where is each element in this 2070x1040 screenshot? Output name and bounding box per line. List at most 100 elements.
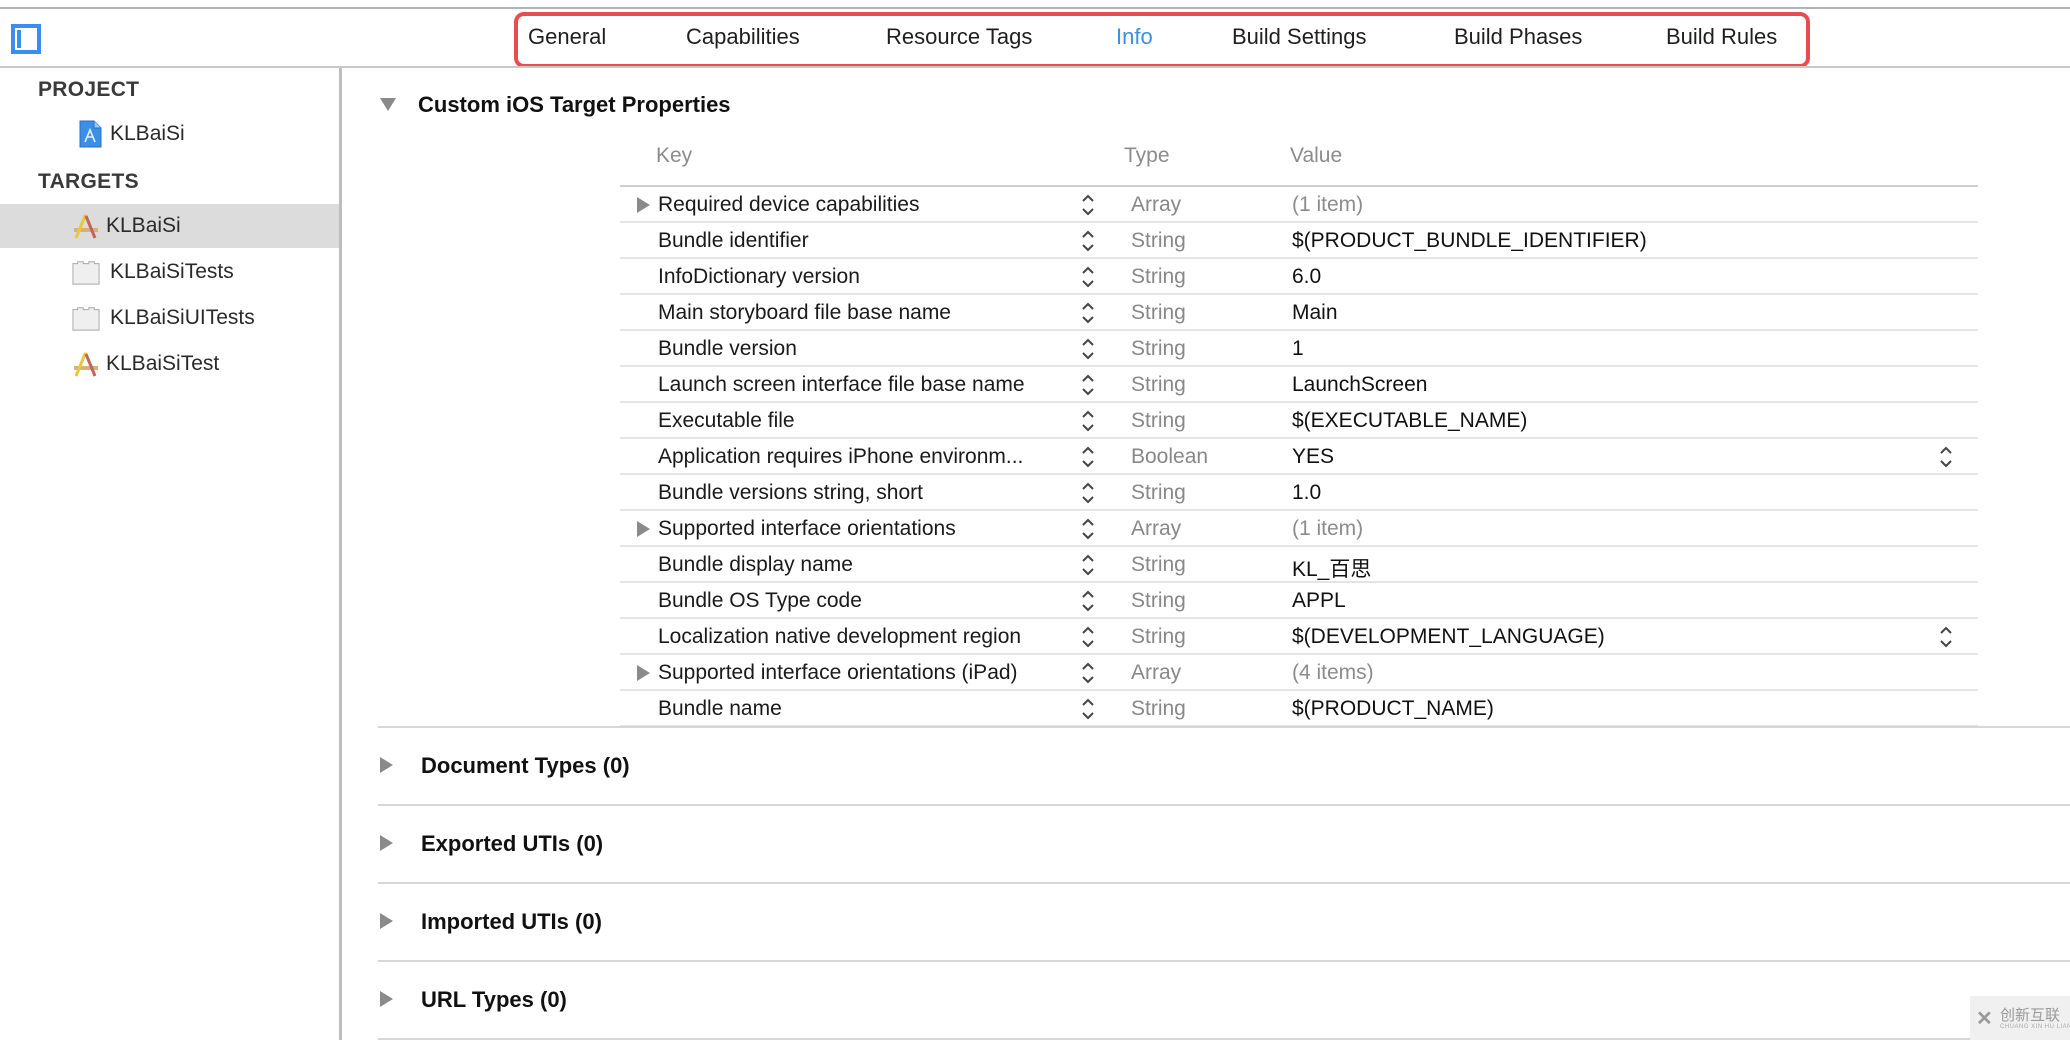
tab-build-rules[interactable]: Build Rules [1666,24,1777,50]
sidebar-item-target-klbaisitest[interactable]: KLBaiSiTest [0,342,339,386]
table-row[interactable]: Main storyboard file base name String Main [620,295,1978,331]
key-stepper-icon[interactable] [1080,371,1096,399]
row-type[interactable]: String [1131,625,1186,649]
column-header-key[interactable]: Key [656,144,692,168]
row-type[interactable]: String [1131,697,1186,721]
row-key[interactable]: Launch screen interface file base name [658,373,1025,397]
column-header-value[interactable]: Value [1290,144,1342,168]
column-header-type[interactable]: Type [1124,144,1170,168]
row-key[interactable]: Bundle OS Type code [658,589,862,613]
table-row[interactable]: Supported interface orientations (iPad) A… [620,655,1978,691]
key-stepper-icon[interactable] [1080,551,1096,579]
table-row[interactable]: Bundle version String 1 [620,331,1978,367]
sidebar-item-project-klbaisi[interactable]: KLBaiSi [0,112,339,156]
row-key[interactable]: Required device capabilities [658,193,920,217]
row-type[interactable]: Array [1131,517,1181,541]
table-row[interactable]: InfoDictionary version String 6.0 [620,259,1978,295]
row-value[interactable]: $(DEVELOPMENT_LANGUAGE) [1292,625,1605,649]
row-key[interactable]: Bundle version [658,337,797,361]
disclosure-collapsed-icon[interactable] [637,665,650,681]
row-type[interactable]: String [1131,265,1186,289]
row-type[interactable]: String [1131,337,1186,361]
row-value[interactable]: 1.0 [1292,481,1321,505]
row-value[interactable]: (1 item) [1292,517,1363,541]
key-stepper-icon[interactable] [1080,659,1096,687]
key-stepper-icon[interactable] [1080,623,1096,651]
table-row[interactable]: Bundle identifier String $(PRODUCT_BUNDLE_… [620,223,1978,259]
key-stepper-icon[interactable] [1080,479,1096,507]
tab-general[interactable]: General [528,24,606,50]
row-key[interactable]: Bundle versions string, short [658,481,923,505]
row-value[interactable]: $(PRODUCT_NAME) [1292,697,1494,721]
tab-info[interactable]: Info [1116,24,1153,50]
key-stepper-icon[interactable] [1080,263,1096,291]
sidebar-toggle-button[interactable] [11,24,41,54]
table-row[interactable]: Bundle display name String KL_百思 [620,547,1978,583]
row-value[interactable]: $(EXECUTABLE_NAME) [1292,409,1527,433]
table-row[interactable]: Bundle name String $(PRODUCT_NAME) [620,691,1978,727]
table-row[interactable]: Required device capabilities Array (1 item… [620,187,1978,223]
row-value[interactable]: APPL [1292,589,1346,613]
row-type[interactable]: Boolean [1131,445,1208,469]
key-stepper-icon[interactable] [1080,299,1096,327]
sidebar-item-target-klbaisi[interactable]: KLBaiSi [0,204,339,248]
row-key[interactable]: Bundle identifier [658,229,809,253]
row-value[interactable]: 1 [1292,337,1304,361]
row-key[interactable]: InfoDictionary version [658,265,860,289]
row-type[interactable]: String [1131,553,1186,577]
table-row[interactable]: Executable file String $(EXECUTABLE_NAME) [620,403,1978,439]
row-value[interactable]: 6.0 [1292,265,1321,289]
tab-capabilities[interactable]: Capabilities [686,24,800,50]
key-stepper-icon[interactable] [1080,695,1096,723]
table-row[interactable]: Bundle versions string, short String 1.0 [620,475,1978,511]
row-type[interactable]: String [1131,373,1186,397]
row-value[interactable]: Main [1292,301,1338,325]
tab-resource-tags[interactable]: Resource Tags [886,24,1032,50]
section-url-types[interactable]: URL Types (0) [380,987,567,1013]
section-exported-utis[interactable]: Exported UTIs (0) [380,831,603,857]
row-type[interactable]: String [1131,409,1186,433]
row-type[interactable]: String [1131,229,1186,253]
row-type[interactable]: Array [1131,661,1181,685]
key-stepper-icon[interactable] [1080,407,1096,435]
table-row[interactable]: Supported interface orientations Array (1 … [620,511,1978,547]
tab-build-phases[interactable]: Build Phases [1454,24,1582,50]
disclosure-collapsed-icon[interactable] [637,521,650,537]
key-stepper-icon[interactable] [1080,227,1096,255]
row-value[interactable]: YES [1292,445,1334,469]
row-key[interactable]: Localization native development region [658,625,1021,649]
section-custom-ios-target-properties[interactable]: Custom iOS Target Properties [380,92,731,118]
table-row[interactable]: Localization native development region St… [620,619,1978,655]
row-value[interactable]: KL_百思 [1292,553,1371,583]
row-type[interactable]: String [1131,481,1186,505]
row-type[interactable]: String [1131,589,1186,613]
value-stepper-icon[interactable] [1938,443,1954,471]
key-stepper-icon[interactable] [1080,335,1096,363]
section-document-types[interactable]: Document Types (0) [380,753,630,779]
row-type[interactable]: String [1131,301,1186,325]
key-stepper-icon[interactable] [1080,191,1096,219]
row-key[interactable]: Application requires iPhone environm... [658,445,1023,469]
row-key[interactable]: Supported interface orientations (iPad) [658,661,1018,685]
row-key[interactable]: Main storyboard file base name [658,301,951,325]
row-value[interactable]: $(PRODUCT_BUNDLE_IDENTIFIER) [1292,229,1647,253]
disclosure-collapsed-icon[interactable] [637,197,650,213]
table-row[interactable]: Launch screen interface file base name St… [620,367,1978,403]
key-stepper-icon[interactable] [1080,587,1096,615]
key-stepper-icon[interactable] [1080,443,1096,471]
row-key[interactable]: Supported interface orientations [658,517,956,541]
row-key[interactable]: Executable file [658,409,795,433]
value-stepper-icon[interactable] [1938,623,1954,651]
sidebar-splitter[interactable] [339,68,342,1040]
table-row[interactable]: Application requires iPhone environm... B… [620,439,1978,475]
section-imported-utis[interactable]: Imported UTIs (0) [380,909,602,935]
row-key[interactable]: Bundle display name [658,553,853,577]
row-value[interactable]: LaunchScreen [1292,373,1427,397]
row-value[interactable]: (4 items) [1292,661,1374,685]
table-row[interactable]: Bundle OS Type code String APPL [620,583,1978,619]
key-stepper-icon[interactable] [1080,515,1096,543]
row-key[interactable]: Bundle name [658,697,782,721]
sidebar-item-target-klbaisiuitests[interactable]: KLBaiSiUITests [0,296,339,340]
sidebar-item-target-klbaisitests[interactable]: KLBaiSiTests [0,250,339,294]
row-type[interactable]: Array [1131,193,1181,217]
